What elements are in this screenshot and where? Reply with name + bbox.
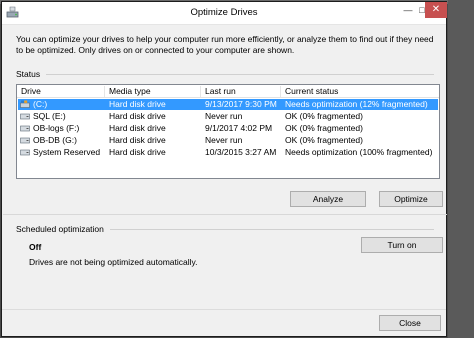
section-divider xyxy=(3,214,447,215)
column-drive[interactable]: Drive xyxy=(17,86,105,97)
scheduled-divider xyxy=(110,229,434,230)
last-run: 10/3/2015 3:27 AM xyxy=(205,147,277,157)
current-status: OK (0% fragmented) xyxy=(285,123,363,133)
media-type: Hard disk drive xyxy=(109,135,166,145)
drive-row-f[interactable]: OB-logs (F:) Hard disk drive 9/1/2017 4:… xyxy=(18,123,438,134)
drives-list-header: Drive Media type Last run Current status xyxy=(17,85,439,98)
drive-icon xyxy=(20,125,30,132)
last-run: 9/13/2017 9:30 PM xyxy=(205,99,277,109)
current-status: Needs optimization (12% fragmented) xyxy=(285,99,428,109)
drives-list[interactable]: Drive Media type Last run Current status… xyxy=(16,84,440,179)
drive-row-g[interactable]: OB-DB (G:) Hard disk drive Never run OK … xyxy=(18,135,438,146)
optimize-drives-window: Optimize Drives — □ ✕ You can optimize y… xyxy=(1,1,447,337)
turn-on-button[interactable]: Turn on xyxy=(361,237,443,253)
status-group-label: Status xyxy=(16,69,41,79)
window-title: Optimize Drives xyxy=(190,7,258,18)
media-type: Hard disk drive xyxy=(109,147,166,157)
optimize-button[interactable]: Optimize xyxy=(379,191,443,207)
current-status: OK (0% fragmented) xyxy=(285,111,363,121)
media-type: Hard disk drive xyxy=(109,111,166,121)
schedule-message: Drives are not being optimized automatic… xyxy=(29,257,198,267)
drive-name: OB-logs (F:) xyxy=(33,123,80,133)
last-run: Never run xyxy=(205,111,243,121)
drive-name: SQL (E:) xyxy=(33,111,66,121)
description-text: You can optimize your drives to help you… xyxy=(16,34,434,55)
scheduled-optimization-label: Scheduled optimization xyxy=(16,224,104,234)
minimize-button[interactable]: — xyxy=(401,3,415,17)
analyze-button[interactable]: Analyze xyxy=(290,191,366,207)
desktop-background xyxy=(448,0,474,340)
last-run: Never run xyxy=(205,135,243,145)
drive-row-system-reserved[interactable]: System Reserved Hard disk drive 10/3/201… xyxy=(18,147,438,158)
current-status: OK (0% fragmented) xyxy=(285,135,363,145)
column-media-type[interactable]: Media type xyxy=(105,86,201,97)
drive-name: System Reserved xyxy=(33,147,101,157)
close-button[interactable]: Close xyxy=(379,315,441,331)
column-last-run[interactable]: Last run xyxy=(201,86,281,97)
dialog-footer: Close xyxy=(2,309,446,336)
drive-icon xyxy=(20,137,30,144)
drive-row-c[interactable]: (C:) Hard disk drive 9/13/2017 9:30 PM N… xyxy=(18,99,438,110)
schedule-state: Off xyxy=(29,242,42,252)
media-type: Hard disk drive xyxy=(109,123,166,133)
drive-name: (C:) xyxy=(33,99,48,109)
drive-icon xyxy=(20,149,30,156)
status-divider xyxy=(46,74,434,75)
media-type: Hard disk drive xyxy=(109,99,166,109)
last-run: 9/1/2017 4:02 PM xyxy=(205,123,273,133)
drive-name: OB-DB (G:) xyxy=(33,135,77,145)
column-current-status[interactable]: Current status xyxy=(281,86,441,97)
drive-icon xyxy=(20,113,30,120)
system-drive-icon xyxy=(20,100,30,108)
drive-row-e[interactable]: SQL (E:) Hard disk drive Never run OK (0… xyxy=(18,111,438,122)
close-window-button[interactable]: ✕ xyxy=(425,2,447,18)
title-bar: Optimize Drives — □ ✕ xyxy=(2,2,447,25)
current-status: Needs optimization (100% fragmented) xyxy=(285,147,433,157)
